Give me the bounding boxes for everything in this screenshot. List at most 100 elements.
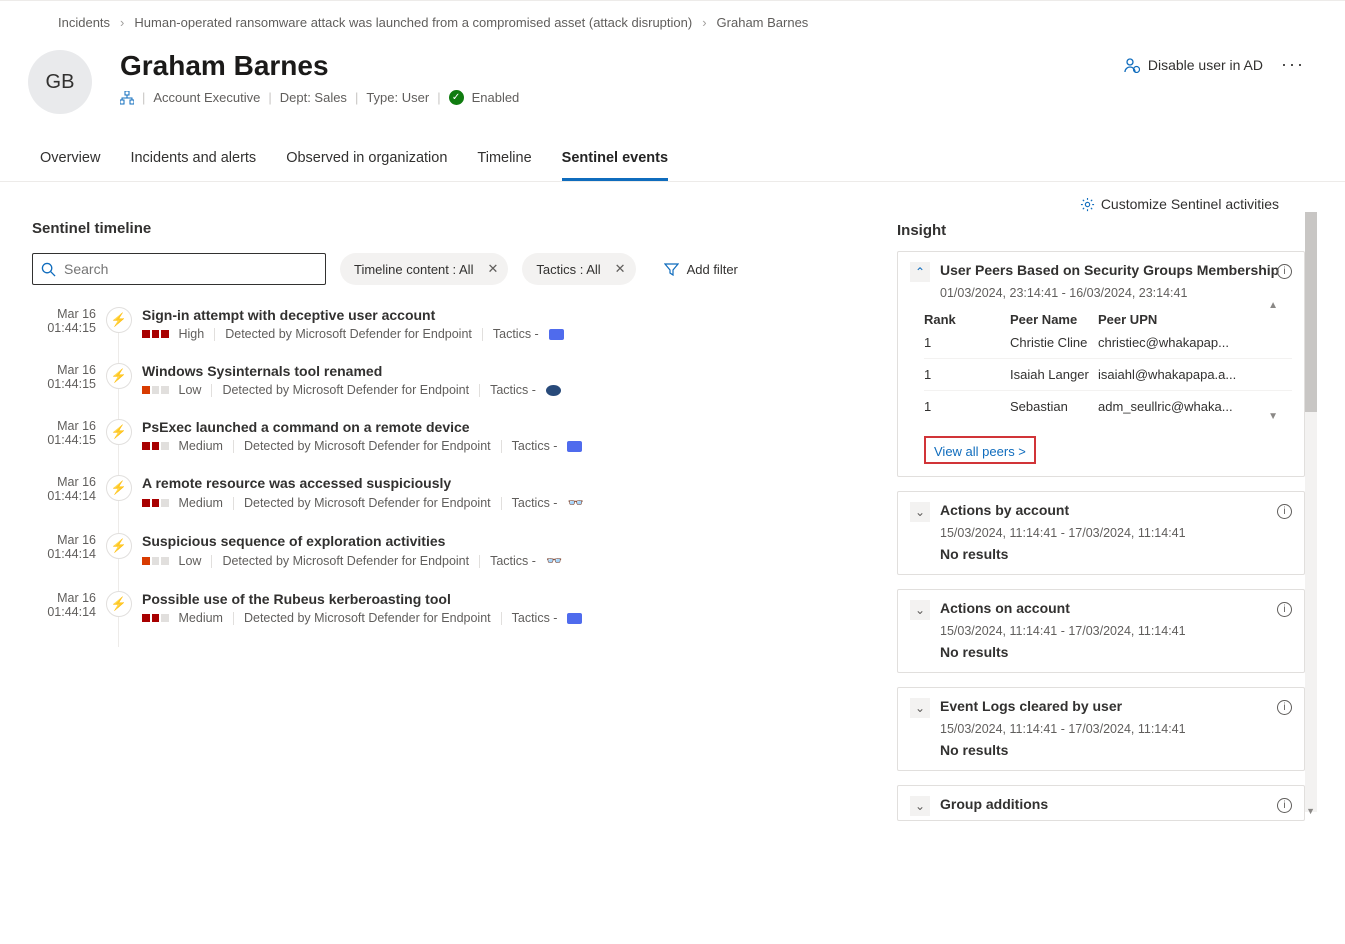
page-title: Graham Barnes (120, 50, 1124, 82)
info-icon[interactable]: i (1277, 700, 1292, 715)
info-icon[interactable]: i (1277, 602, 1292, 617)
insight-card-group-additions: i ⌄ Group additions (897, 785, 1305, 821)
timeline-event[interactable]: Mar 1601:44:15 ⚡ PsExec launched a comma… (32, 419, 897, 475)
scrollbar[interactable]: ▼ (1305, 212, 1317, 812)
expand-button[interactable]: ⌄ (910, 600, 930, 620)
timeline-event[interactable]: Mar 1601:44:14 ⚡ A remote resource was a… (32, 475, 897, 533)
tactic-icon (549, 329, 564, 340)
tactic-icon (546, 385, 561, 396)
insight-card-actions-by: i ⌄ Actions by account 15/03/2024, 11:14… (897, 491, 1305, 575)
severity-indicator (142, 442, 169, 450)
filter-chip-content[interactable]: Timeline content : All ✕ (340, 253, 508, 285)
column-rank: Rank (924, 312, 1010, 327)
breadcrumb-incident[interactable]: Human-operated ransomware attack was lau… (134, 15, 692, 30)
severity-indicator (142, 614, 169, 622)
person-icon (1124, 57, 1140, 73)
tactics-label: Tactics - (493, 327, 539, 341)
search-field[interactable] (62, 260, 317, 278)
search-icon (41, 262, 56, 277)
type-label: Type: User (366, 90, 429, 105)
tactic-icon (567, 613, 582, 624)
table-row[interactable]: 1Isaiah Langerisaiahl@whakapapa.a... (924, 359, 1292, 391)
no-results: No results (910, 638, 1292, 660)
lightning-icon: ⚡ (106, 591, 132, 617)
tab-timeline[interactable]: Timeline (477, 150, 531, 181)
hierarchy-icon[interactable] (120, 91, 134, 105)
timeline-event[interactable]: Mar 1601:44:15 ⚡ Windows Sysinternals to… (32, 363, 897, 419)
severity-indicator (142, 330, 169, 338)
timeline-event[interactable]: Mar 1601:44:14 ⚡ Suspicious sequence of … (32, 533, 897, 591)
breadcrumb-leaf: Graham Barnes (717, 15, 809, 30)
event-title: Windows Sysinternals tool renamed (142, 363, 897, 379)
search-input[interactable] (32, 253, 326, 285)
tactic-icon: 👓 (567, 495, 583, 511)
gear-icon (1080, 197, 1095, 212)
chevron-up-icon: ⌃ (915, 265, 925, 279)
tab-overview[interactable]: Overview (40, 150, 100, 181)
lightning-icon: ⚡ (106, 307, 132, 333)
severity-label: High (179, 327, 205, 341)
disable-user-button[interactable]: Disable user in AD (1124, 57, 1263, 73)
event-title: Suspicious sequence of exploration activ… (142, 533, 897, 549)
add-filter-button[interactable]: Add filter (650, 253, 748, 285)
timeline-event[interactable]: Mar 1601:44:14 ⚡ Possible use of the Rub… (32, 591, 897, 647)
more-button[interactable]: ··· (1281, 54, 1305, 75)
view-all-peers-button[interactable]: View all peers > (924, 436, 1036, 464)
lightning-icon: ⚡ (106, 363, 132, 389)
role-label: Account Executive (153, 90, 260, 105)
chevron-down-icon: ⌄ (915, 505, 925, 519)
expand-button[interactable]: ⌄ (910, 698, 930, 718)
breadcrumb: Incidents › Human-operated ransomware at… (0, 1, 1345, 44)
close-icon[interactable]: ✕ (487, 261, 498, 277)
insight-card-eventlogs: i ⌄ Event Logs cleared by user 15/03/202… (897, 687, 1305, 771)
chevron-right-icon: › (702, 15, 706, 30)
event-title: Possible use of the Rubeus kerberoasting… (142, 591, 897, 607)
chevron-down-icon: ⌄ (915, 603, 925, 617)
no-results: No results (910, 736, 1292, 758)
lightning-icon: ⚡ (106, 475, 132, 501)
tab-incidents[interactable]: Incidents and alerts (130, 150, 256, 181)
expand-button[interactable]: ⌄ (910, 796, 930, 816)
no-results: No results (910, 540, 1292, 562)
insight-title: Insight (897, 214, 1305, 251)
status-label: Enabled (472, 90, 520, 105)
severity-indicator (142, 499, 169, 507)
close-icon[interactable]: ✕ (615, 261, 626, 277)
check-circle-icon: ✓ (449, 90, 464, 105)
table-row[interactable]: 1Sebastianadm_seullric@whaka... (924, 391, 1292, 422)
table-row[interactable]: 1Christie Clinechristiec@whakapap... (924, 327, 1292, 359)
column-upn: Peer UPN (1098, 312, 1292, 327)
info-icon[interactable]: i (1277, 504, 1292, 519)
chevron-down-icon: ⌄ (915, 799, 925, 813)
column-name: Peer Name (1010, 312, 1098, 327)
scroll-up-icon[interactable]: ▲ (1268, 300, 1278, 311)
collapse-button[interactable]: ⌃ (910, 262, 930, 282)
card-range: 01/03/2024, 23:14:41 - 16/03/2024, 23:14… (910, 282, 1292, 300)
filter-chip-tactics[interactable]: Tactics : All ✕ (522, 253, 635, 285)
insight-card-peers: i ⌃ User Peers Based on Security Groups … (897, 251, 1305, 477)
info-icon[interactable]: i (1277, 798, 1292, 813)
scroll-down-icon[interactable]: ▼ (1268, 411, 1278, 422)
info-icon[interactable]: i (1277, 264, 1292, 279)
customize-button[interactable]: Customize Sentinel activities (1101, 196, 1279, 212)
event-title: A remote resource was accessed suspiciou… (142, 475, 897, 491)
expand-button[interactable]: ⌄ (910, 502, 930, 522)
card-title: User Peers Based on Security Groups Memb… (940, 262, 1279, 278)
severity-indicator (142, 557, 169, 565)
breadcrumb-root[interactable]: Incidents (58, 15, 110, 30)
tab-observed[interactable]: Observed in organization (286, 150, 447, 181)
event-title: PsExec launched a command on a remote de… (142, 419, 897, 435)
lightning-icon: ⚡ (106, 533, 132, 559)
tab-bar: Overview Incidents and alerts Observed i… (0, 150, 1345, 182)
avatar: GB (28, 50, 92, 114)
tab-sentinel[interactable]: Sentinel events (562, 150, 668, 181)
tactic-icon (567, 441, 582, 452)
tactic-icon: 👓 (546, 553, 562, 569)
page-header: GB Graham Barnes | Account Executive | D… (0, 44, 1345, 114)
timeline-event[interactable]: Mar 1601:44:15 ⚡ Sign-in attempt with de… (32, 307, 897, 363)
timeline-title: Sentinel timeline (32, 212, 897, 253)
event-title: Sign-in attempt with deceptive user acco… (142, 307, 897, 323)
insight-card-actions-on: i ⌄ Actions on account 15/03/2024, 11:14… (897, 589, 1305, 673)
lightning-icon: ⚡ (106, 419, 132, 445)
timeline-list: Mar 1601:44:15 ⚡ Sign-in attempt with de… (32, 307, 897, 647)
